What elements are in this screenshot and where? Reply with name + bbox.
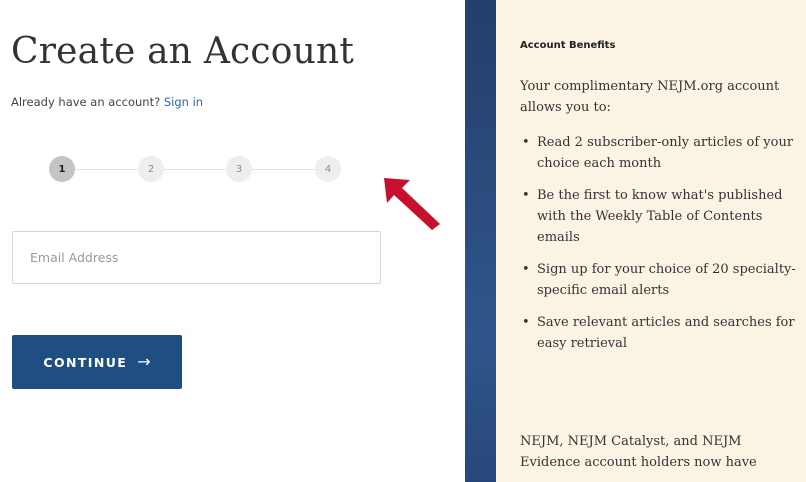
benefit-item: • Save relevant articles and searches fo… xyxy=(520,312,800,354)
step-1: 1 xyxy=(49,156,75,182)
stepper-connector-line xyxy=(62,169,324,170)
continue-button[interactable]: CONTINUE → xyxy=(12,335,182,389)
benefit-text: Be the first to know what's published wi… xyxy=(537,188,783,245)
red-arrow-icon xyxy=(384,178,440,230)
create-account-form: Create an Account Already have an accoun… xyxy=(0,0,420,482)
benefit-text: Read 2 subscriber-only articles of your … xyxy=(537,135,794,171)
bullet-icon: • xyxy=(522,188,530,203)
signin-prompt-line: Already have an account? Sign in xyxy=(11,95,203,109)
benefits-heading: Account Benefits xyxy=(520,40,616,51)
benefit-item: • Sign up for your choice of 20 specialt… xyxy=(520,259,800,301)
panel-accent-band xyxy=(465,0,496,482)
signin-prompt-text: Already have an account? xyxy=(11,95,161,109)
bullet-icon: • xyxy=(522,135,530,150)
progress-stepper: 1 2 3 4 xyxy=(40,156,346,182)
benefits-footer-text: NEJM, NEJM Catalyst, and NEJM Evidence a… xyxy=(520,434,757,470)
benefit-item: • Read 2 subscriber-only articles of you… xyxy=(520,132,800,174)
step-3: 3 xyxy=(226,156,252,182)
signin-link[interactable]: Sign in xyxy=(164,95,203,109)
bullet-icon: • xyxy=(522,315,530,330)
benefits-list: • Read 2 subscriber-only articles of you… xyxy=(520,132,800,365)
benefit-item: • Be the first to know what's published … xyxy=(520,185,800,248)
page-title: Create an Account xyxy=(11,31,355,72)
arrow-right-icon: → xyxy=(137,352,151,371)
benefit-text: Sign up for your choice of 20 specialty-… xyxy=(537,262,796,298)
account-benefits-panel: Account Benefits Your complimentary NEJM… xyxy=(496,0,806,482)
benefit-text: Save relevant articles and searches for … xyxy=(537,315,795,351)
step-4: 4 xyxy=(315,156,341,182)
email-address-input[interactable] xyxy=(12,231,381,284)
benefits-intro: Your complimentary NEJM.org account allo… xyxy=(520,79,780,115)
continue-button-label: CONTINUE xyxy=(43,354,128,370)
step-2: 2 xyxy=(138,156,164,182)
bullet-icon: • xyxy=(522,262,530,277)
